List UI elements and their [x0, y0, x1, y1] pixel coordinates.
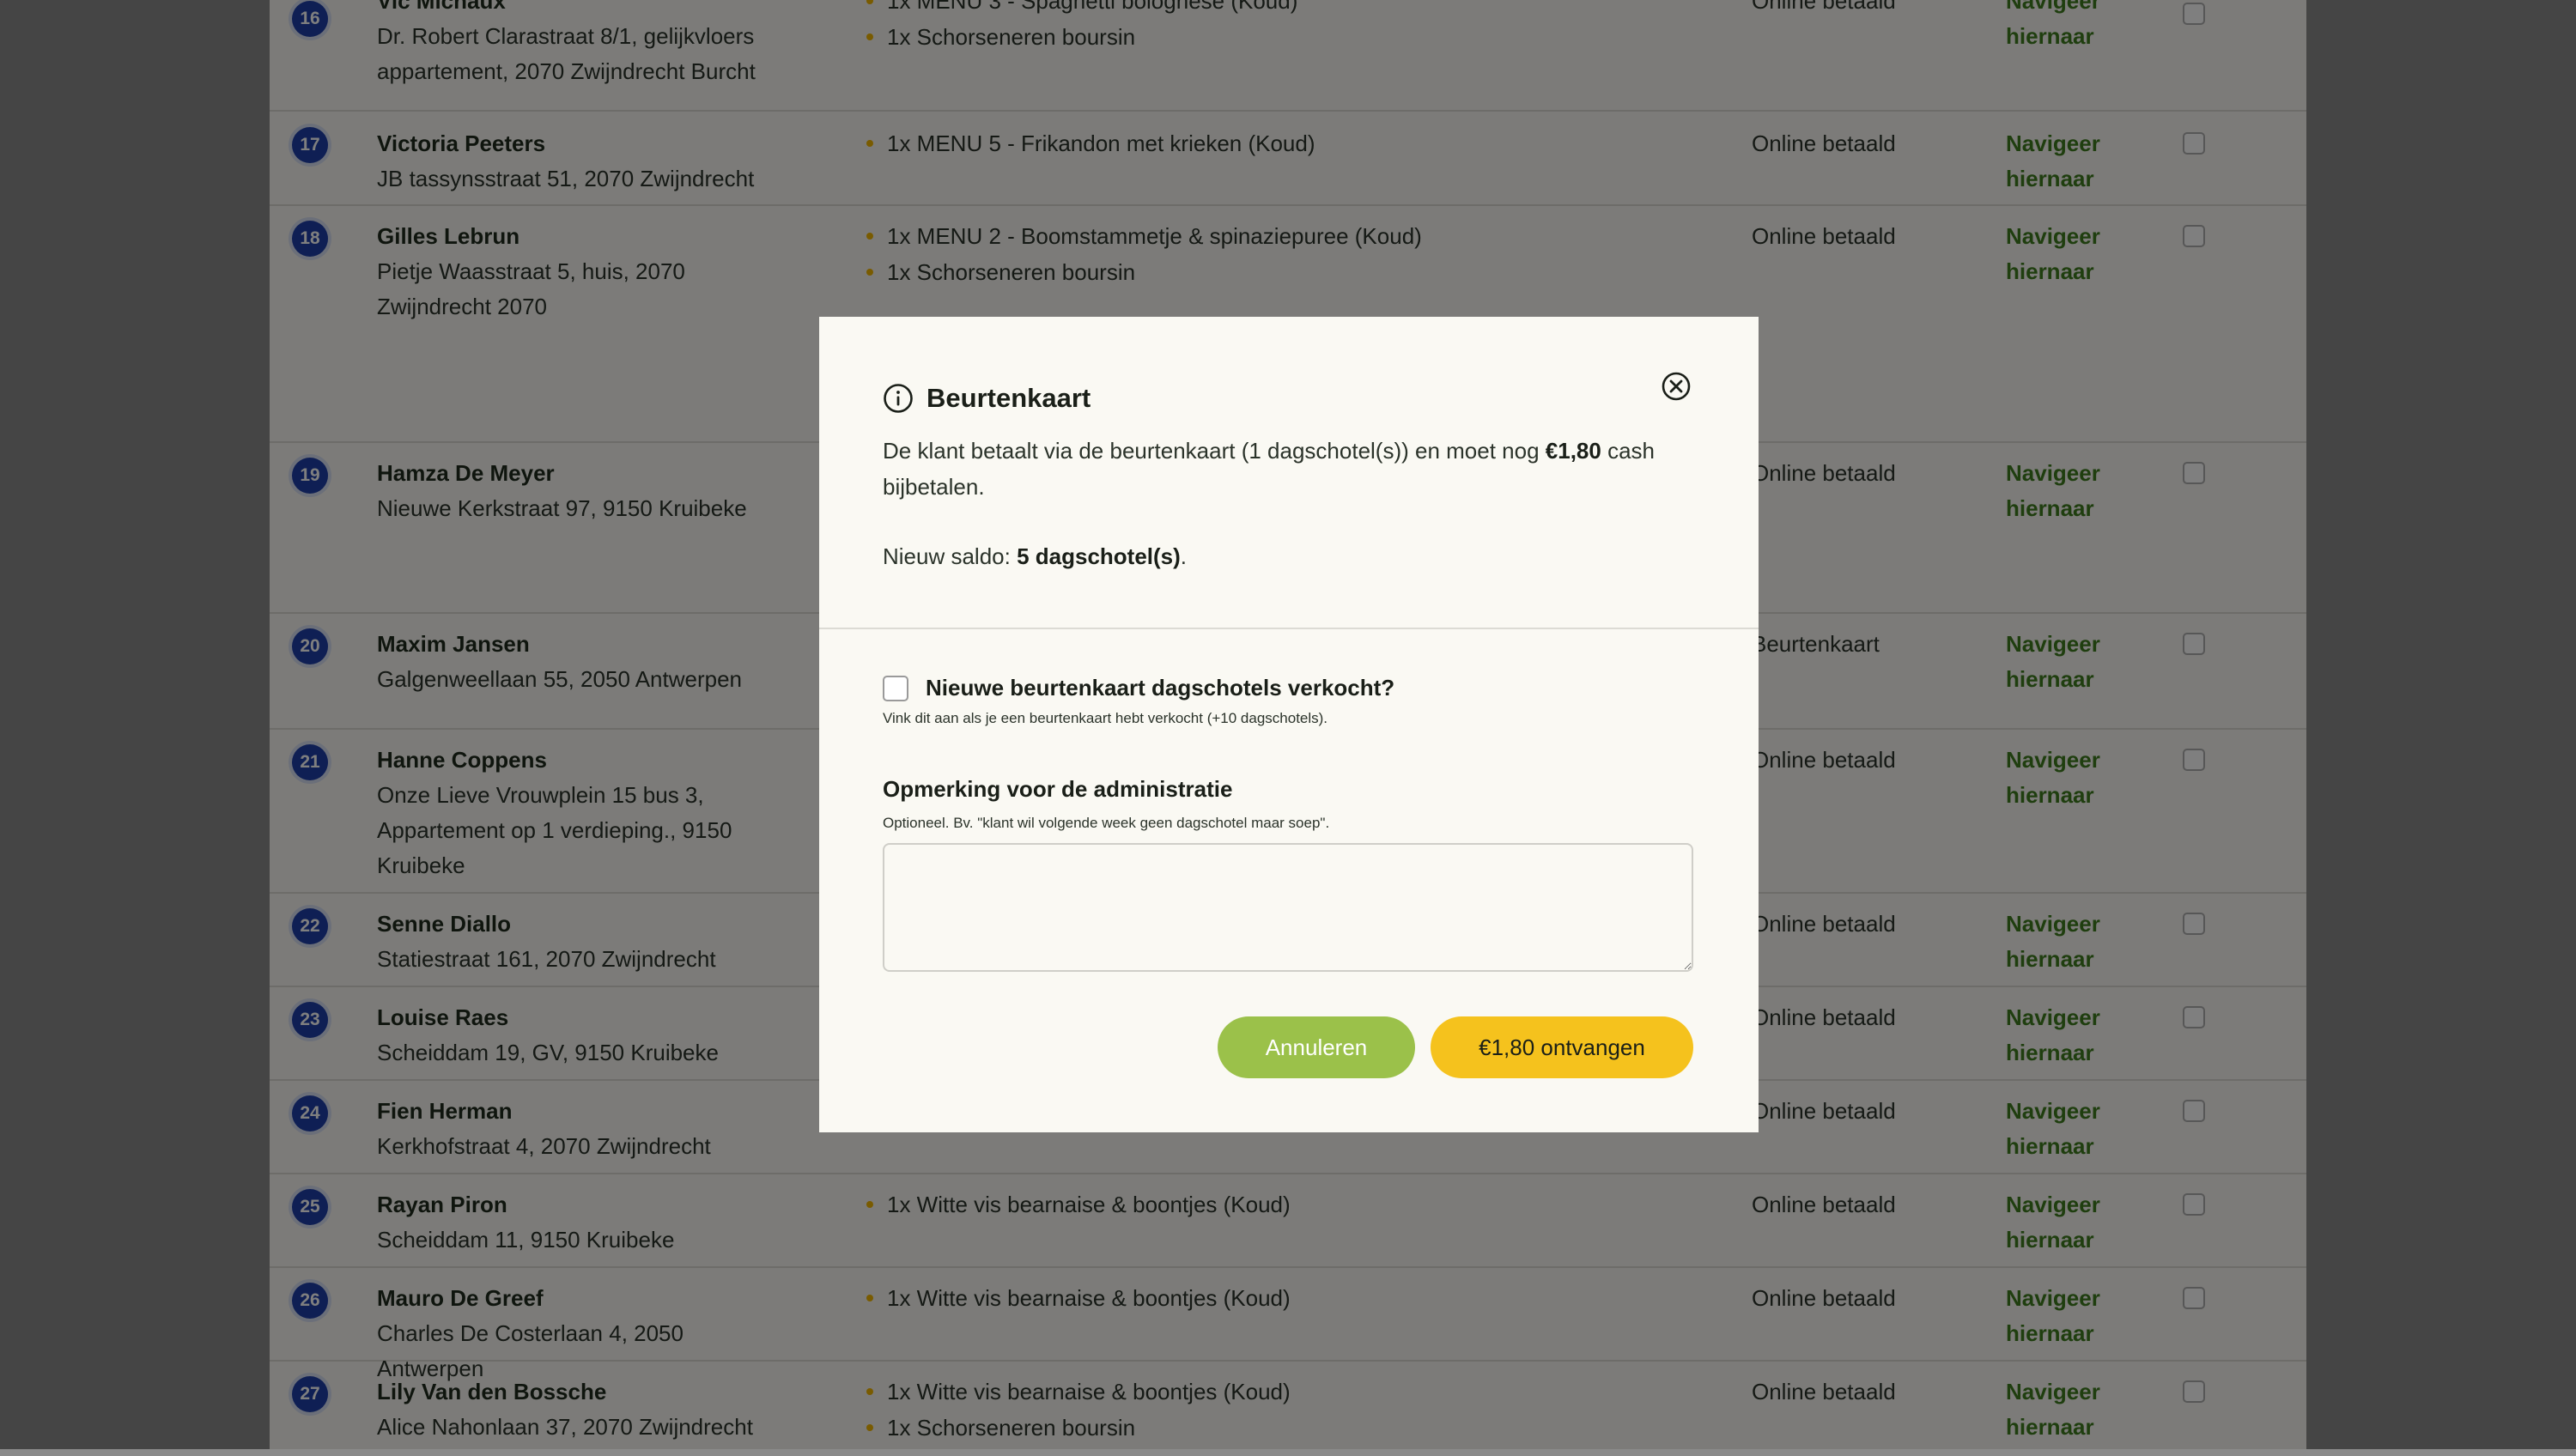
remark-textarea[interactable] — [883, 843, 1693, 972]
divider — [819, 628, 1759, 629]
sold-card-label[interactable]: Nieuwe beurtenkaart dagschotels verkocht… — [926, 675, 1394, 701]
sold-card-hint: Vink dit aan als je een beurtenkaart heb… — [883, 710, 1328, 726]
balance-value: 5 dagschotel(s) — [1017, 543, 1181, 569]
sold-card-checkbox[interactable] — [883, 675, 908, 701]
sold-card-option: Nieuwe beurtenkaart dagschotels verkocht… — [883, 675, 1394, 701]
cancel-button[interactable]: Annuleren — [1218, 1016, 1415, 1078]
close-icon[interactable] — [1660, 370, 1692, 403]
dialog-title: Beurtenkaart — [927, 383, 1091, 413]
remark-hint: Optioneel. Bv. "klant wil volgende week … — [883, 815, 1330, 831]
cash-amount: €1,80 — [1545, 438, 1601, 464]
beurtenkaart-dialog: Beurtenkaart De klant betaalt via de beu… — [819, 317, 1759, 1132]
info-icon — [884, 384, 913, 413]
dialog-header: Beurtenkaart — [883, 377, 1091, 420]
new-balance: Nieuw saldo: 5 dagschotel(s). — [883, 543, 1188, 569]
confirm-payment-button[interactable]: €1,80 ontvangen — [1431, 1016, 1693, 1078]
payment-message: De klant betaalt via de beurtenkaart (1 … — [883, 438, 1656, 500]
remark-label: Opmerking voor de administratie — [883, 776, 1233, 802]
